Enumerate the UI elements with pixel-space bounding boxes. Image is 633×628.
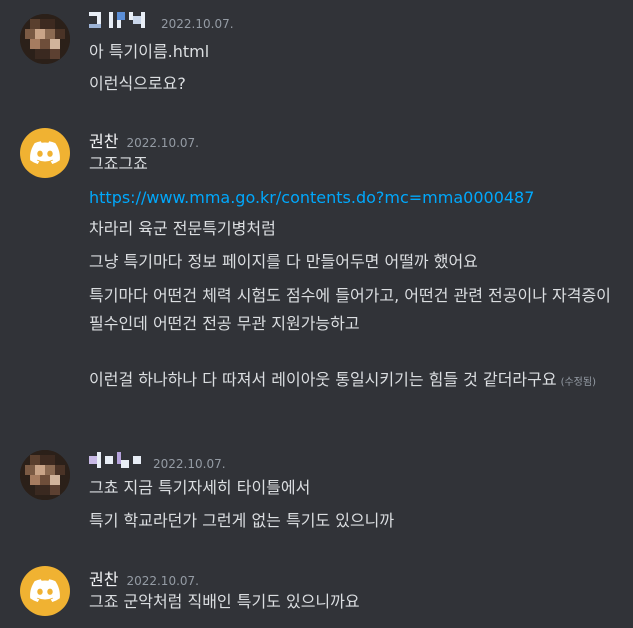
message-text: 그쵸 지금 특기자세히 타이틀에서 xyxy=(89,478,311,497)
timestamp: 2022.10.07. xyxy=(126,574,199,588)
user-avatar[interactable] xyxy=(20,14,70,64)
pixelated-username[interactable] xyxy=(89,452,145,468)
timestamp: 2022.10.07. xyxy=(126,136,199,150)
message-text: 특기 학교라던가 그런게 없는 특기도 있으니까 xyxy=(89,511,395,530)
discord-logo-icon xyxy=(30,579,60,602)
pixelated-avatar-image xyxy=(20,450,70,500)
username[interactable]: 권찬 xyxy=(89,128,118,152)
discord-logo-icon xyxy=(30,141,60,164)
edited-label: (수정됨) xyxy=(560,377,596,388)
message-link[interactable]: https://www.mma.go.kr/contents.do?mc=mma… xyxy=(89,184,619,212)
message-text: 특기마다 어떤건 체력 시험도 점수에 들어가고, 어떤건 관련 전공이나 자격… xyxy=(89,286,611,333)
timestamp: 2022.10.07. xyxy=(161,17,234,31)
user-avatar[interactable] xyxy=(20,450,70,500)
message-header: 2022.10.07. xyxy=(89,452,226,472)
message-group-1: 2022.10.07. 아 특기이름.html 이런식으로요? xyxy=(0,0,633,120)
user-avatar[interactable] xyxy=(20,566,70,616)
message-text: 그죠그죠 xyxy=(89,154,148,173)
pixelated-avatar-image xyxy=(20,14,70,64)
message-text: 차라리 육군 전문특기병처럼 xyxy=(89,219,276,238)
message-text: 이런걸 하나하나 다 따져서 레이아웃 통일시키기는 힘들 것 같더라구요 (수정… xyxy=(89,366,619,397)
message-text-content: 이런걸 하나하나 다 따져서 레이아웃 통일시키기는 힘들 것 같더라구요 xyxy=(89,370,557,389)
message-header: 2022.10.07. xyxy=(89,12,234,32)
message-text: 그죠 군악처럼 직배인 특기도 있으니까요 xyxy=(89,592,360,611)
user-avatar[interactable] xyxy=(20,128,70,178)
pixelated-username[interactable] xyxy=(89,12,153,28)
message-text: 이런식으로요? xyxy=(89,74,186,93)
message-text: 아 특기이름.html xyxy=(89,42,210,61)
message-header: 권찬 2022.10.07. xyxy=(89,566,199,589)
timestamp: 2022.10.07. xyxy=(153,457,226,471)
message-header: 권찬 2022.10.07. xyxy=(89,128,199,151)
username[interactable]: 권찬 xyxy=(89,566,118,590)
message-text: 그냥 특기마다 정보 페이지를 다 만들어두면 어떨까 했어요 xyxy=(89,252,478,271)
